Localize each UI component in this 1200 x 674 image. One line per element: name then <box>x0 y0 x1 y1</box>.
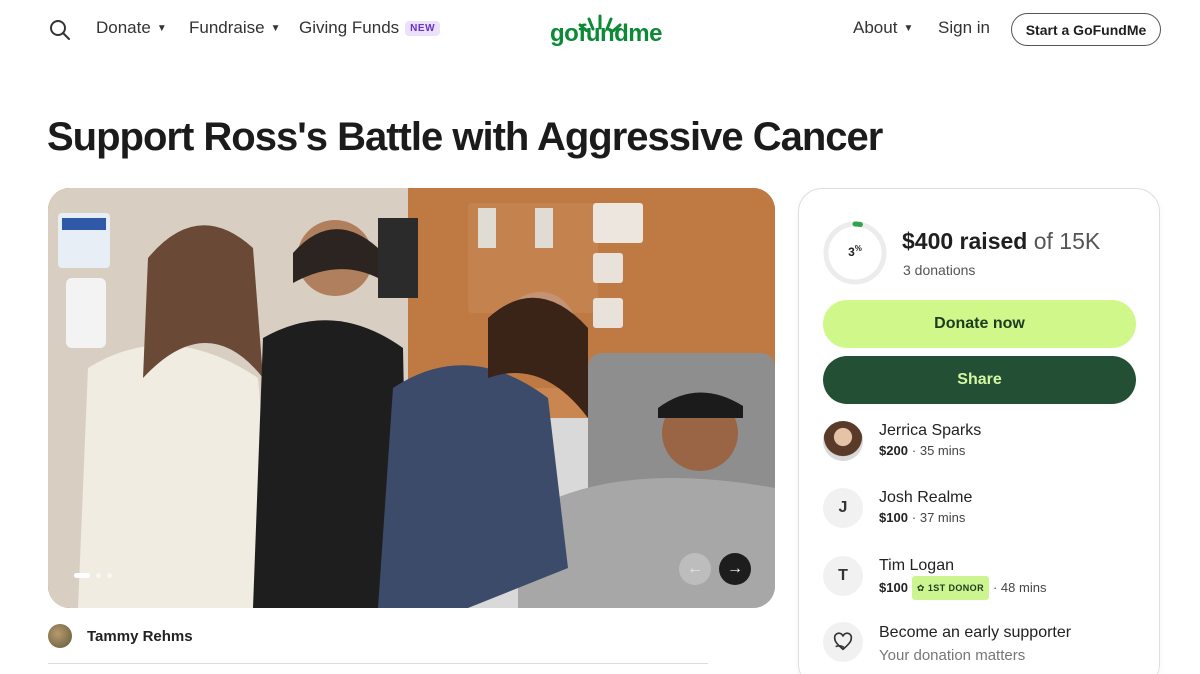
progress-percent: 3% <box>848 244 862 259</box>
search-icon[interactable] <box>48 18 72 42</box>
nav-fundraise-label: Fundraise <box>189 18 265 37</box>
logo-text: gofundme <box>550 20 662 47</box>
donor-item: J Josh Realme $100 · 37 mins <box>823 488 972 528</box>
caret-down-icon: ▼ <box>156 22 167 34</box>
nav-donate-label: Donate <box>96 18 151 37</box>
arrow-left-icon: ← <box>687 560 703 577</box>
carousel-dot-1[interactable] <box>74 573 90 578</box>
caret-down-icon: ▼ <box>903 22 914 34</box>
nav-fundraise[interactable]: Fundraise ▼ <box>189 18 281 38</box>
nav-sign-in[interactable]: Sign in <box>938 18 990 38</box>
carousel-next-button[interactable]: → <box>719 553 751 585</box>
progress-percent-value: 3 <box>848 245 855 259</box>
divider <box>48 663 708 664</box>
avatar <box>48 624 72 648</box>
campaign-photo[interactable] <box>48 188 775 608</box>
early-supporter-subtitle: Your donation matters <box>879 647 1026 664</box>
heart-hand-icon <box>823 622 863 662</box>
donor-name: Josh Realme <box>879 489 973 506</box>
share-button[interactable]: Share <box>823 356 1136 404</box>
goal-amount: of 15K <box>1033 228 1101 254</box>
nav-about[interactable]: About ▼ <box>853 18 913 38</box>
nav-about-label: About <box>853 18 898 37</box>
carousel-prev-button[interactable]: ← <box>679 553 711 585</box>
nav-giving-funds-label: Giving Funds <box>299 18 400 37</box>
early-supporter: Become an early supporter Your donation … <box>823 622 1071 668</box>
carousel-dot-3[interactable] <box>107 573 112 578</box>
avatar-initial: T <box>838 567 848 584</box>
start-gofundme-button[interactable]: Start a GoFundMe <box>1011 13 1161 46</box>
donor-amount: $100 <box>879 580 908 595</box>
organizer[interactable]: Tammy Rehms <box>48 624 193 648</box>
raised-amount: $400 raised <box>902 228 1028 254</box>
first-donor-label: 1ST DONOR <box>927 583 984 593</box>
nav-sign-in-label: Sign in <box>938 18 990 37</box>
gofundme-logo[interactable]: gofundme <box>550 12 662 48</box>
sprout-icon: ✿ <box>916 583 925 593</box>
donate-now-button[interactable]: Donate now <box>823 300 1136 348</box>
raised-summary: $400 raised of 15K <box>902 228 1100 255</box>
nav-donate[interactable]: Donate ▼ <box>96 18 167 38</box>
carousel-dots <box>74 573 112 578</box>
first-donor-badge: ✿ 1ST DONOR <box>911 576 989 600</box>
avatar: T <box>823 556 863 596</box>
nav-giving-funds[interactable]: Giving Funds NEW <box>299 18 441 38</box>
donor-name: Jerrica Sparks <box>879 422 982 439</box>
avatar-initial: J <box>838 499 848 516</box>
donor-time: · 48 mins <box>992 580 1047 595</box>
caret-down-icon: ▼ <box>270 22 281 34</box>
donor-name: Tim Logan <box>879 557 954 574</box>
new-badge: NEW <box>405 20 441 36</box>
donor-amount: $100 <box>879 510 908 525</box>
site-header: Donate ▼ Fundraise ▼ Giving Funds NEW go… <box>0 0 1200 60</box>
donation-count: 3 donations <box>903 262 976 278</box>
organizer-name: Tammy Rehms <box>87 627 193 645</box>
page-title: Support Ross's Battle with Aggressive Ca… <box>47 115 883 159</box>
donor-amount: $200 <box>879 443 908 458</box>
donor-item: T Tim Logan $100 ✿ 1ST DONOR · 48 mins <box>823 556 1046 600</box>
avatar <box>823 421 863 461</box>
donor-time: · 37 mins <box>911 510 966 525</box>
arrow-right-icon: → <box>727 560 743 577</box>
early-supporter-title: Become an early supporter <box>879 624 1072 641</box>
avatar: J <box>823 488 863 528</box>
donor-item: Jerrica Sparks $200 · 35 mins <box>823 421 981 461</box>
carousel-dot-2[interactable] <box>96 573 101 578</box>
donor-time: · 35 mins <box>911 443 966 458</box>
